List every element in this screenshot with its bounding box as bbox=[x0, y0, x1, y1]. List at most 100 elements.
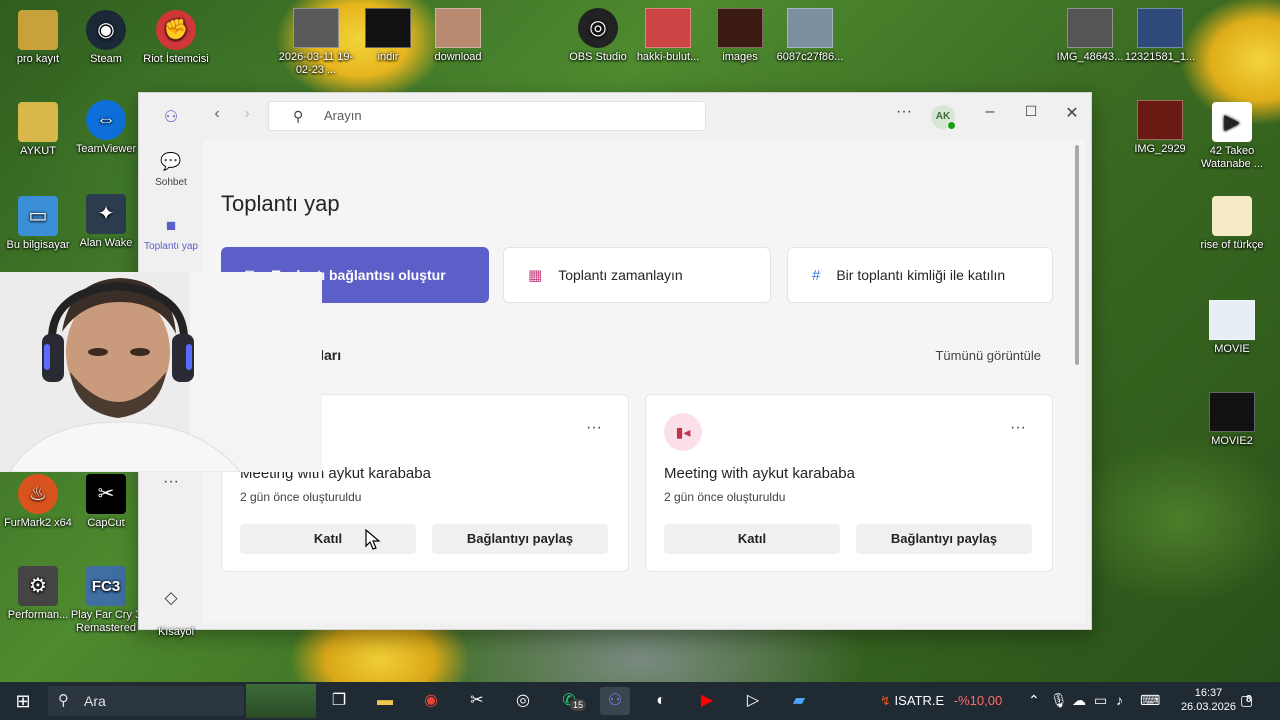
share-link-button[interactable]: Bağlantıyı paylaş bbox=[432, 524, 608, 554]
desktop-icon-movie2[interactable]: MOVIE2 bbox=[1194, 392, 1270, 448]
microphone-icon[interactable]: 🎙 bbox=[1050, 692, 1068, 709]
task-view-button[interactable]: ❐ bbox=[324, 687, 354, 715]
desktop-icon-download[interactable]: download bbox=[420, 8, 496, 64]
desktop-icon-this-pc[interactable]: ▭ Bu bilgisayar bbox=[0, 196, 76, 252]
mouse-cursor-icon bbox=[365, 529, 381, 550]
desktop-icon-label: TeamViewer bbox=[75, 143, 137, 155]
desktop-icon-takeo[interactable]: ▶ 42 Takeo Watanabe ... bbox=[1194, 102, 1270, 171]
desktop-icon-images[interactable]: images bbox=[702, 8, 778, 64]
editor-taskbar-icon[interactable]: ▰ bbox=[784, 687, 814, 715]
cloud-icon[interactable]: ☁ bbox=[1072, 692, 1086, 709]
chat-icon: 💬 bbox=[160, 152, 182, 171]
image-thumbnail-icon bbox=[1137, 100, 1183, 140]
desktop-icon-label: Bu bilgisayar bbox=[6, 239, 70, 251]
presence-available-icon bbox=[947, 121, 956, 130]
whatsapp-badge: 15 bbox=[570, 699, 587, 711]
obs-taskbar-icon[interactable]: ◎ bbox=[508, 687, 538, 715]
clock[interactable]: 16:37 26.03.2026 bbox=[1181, 686, 1236, 714]
desktop-icon-12321581[interactable]: 12321581_1... bbox=[1122, 8, 1198, 64]
meeting-title: Meeting with aykut karababa bbox=[664, 465, 855, 482]
forward-button[interactable]: › bbox=[237, 105, 257, 123]
desktop-icon-label: 2026-03-11 19-02-23 ... bbox=[278, 51, 354, 76]
desktop-icon-img48643[interactable]: IMG_48643... bbox=[1052, 8, 1128, 64]
stock-widget[interactable]: ↯ ISATR.E -%10,00 bbox=[880, 693, 1002, 709]
stock-ticker: ISATR.E bbox=[894, 693, 945, 708]
rail-item-chat[interactable]: 💬 Sohbet bbox=[139, 151, 203, 188]
volume-icon[interactable]: ♪ bbox=[1116, 692, 1123, 708]
desktop-icon-label: Performan... bbox=[7, 609, 69, 621]
furmark-icon: ♨ bbox=[18, 474, 58, 514]
desktop-icon-farcry3[interactable]: FC3 Play Far Cry 3 Remastered bbox=[68, 566, 144, 635]
notification-center-button[interactable]: ▢ 8 bbox=[1240, 692, 1253, 709]
desktop-icon-hakki[interactable]: hakki-bulut... bbox=[630, 8, 706, 64]
search-icon: ⚲ bbox=[293, 108, 304, 124]
gauge-icon: ⚙ bbox=[18, 566, 58, 606]
chrome-icon[interactable]: ◉ bbox=[416, 687, 446, 715]
youtube-icon[interactable]: ▶ bbox=[692, 687, 722, 715]
join-button[interactable]: Katıl bbox=[240, 524, 416, 554]
stock-change: -%10,00 bbox=[953, 693, 1003, 708]
media-player-icon[interactable]: ▷ bbox=[738, 687, 768, 715]
desktop-icon-label: 42 Takeo Watanabe ... bbox=[1201, 145, 1263, 170]
whatsapp-icon[interactable]: ✆ 15 bbox=[554, 687, 587, 715]
teams-taskbar-icon[interactable]: ⚇ bbox=[600, 687, 630, 715]
folder-icon bbox=[18, 10, 58, 50]
file-explorer-icon[interactable]: ▬ bbox=[370, 687, 400, 715]
desktop-icon-label: download bbox=[434, 51, 482, 63]
capcut-taskbar-icon[interactable]: ✂ bbox=[462, 687, 492, 715]
riot-icon: ✊ bbox=[156, 10, 196, 50]
image-thumbnail-icon bbox=[365, 8, 411, 48]
view-all-link[interactable]: Tümünü görüntüle bbox=[935, 348, 1041, 363]
chevron-up-icon[interactable]: ⌃ bbox=[1028, 692, 1040, 709]
desktop-icon-pro-kayit[interactable]: pro kayıt bbox=[0, 10, 76, 66]
maximize-button[interactable]: ☐ bbox=[1018, 103, 1044, 120]
desktop-icon-indir[interactable]: indir bbox=[350, 8, 426, 64]
search-input[interactable]: ⚲ Arayın bbox=[268, 101, 706, 131]
desktop-icon-riot[interactable]: ✊ Riot İstemcisi bbox=[138, 10, 214, 66]
desktop-icon-label: MOVIE2 bbox=[1211, 435, 1253, 447]
share-link-button[interactable]: Bağlantıyı paylaş bbox=[856, 524, 1032, 554]
desktop-icon-steam[interactable]: ◉ Steam bbox=[68, 10, 144, 66]
minimize-button[interactable]: – bbox=[977, 103, 1003, 121]
desktop-icon-label: Steam bbox=[90, 53, 122, 65]
close-button[interactable]: ✕ bbox=[1059, 103, 1085, 123]
video-thumbnail-icon bbox=[1209, 300, 1255, 340]
vertical-scrollbar[interactable] bbox=[1075, 145, 1079, 365]
desktop-icon-6087[interactable]: 6087c27f86... bbox=[772, 8, 848, 64]
keyboard-icon[interactable]: ⌨ bbox=[1140, 692, 1160, 709]
video-camera-icon: ■ bbox=[165, 216, 177, 235]
schedule-meeting-button[interactable]: ▦ Toplantı zamanlayın bbox=[503, 247, 771, 303]
desktop-icon-teamviewer[interactable]: ⇔ TeamViewer bbox=[68, 100, 144, 156]
kisayol-label: Kısayol bbox=[157, 626, 195, 638]
taskbar-search-input[interactable]: ⚲ Ara bbox=[48, 686, 244, 716]
desktop-icon-alan-wake[interactable]: ✦ Alan Wake bbox=[68, 194, 144, 250]
desktop-icon-movie[interactable]: MOVIE bbox=[1194, 300, 1270, 356]
app-taskbar-icon[interactable]: ◐ bbox=[646, 687, 676, 715]
desktop-icon-video[interactable]: 2026-03-11 19-02-23 ... bbox=[278, 8, 354, 77]
avatar[interactable]: AK bbox=[931, 105, 956, 130]
desktop-icon-capcut[interactable]: ✂ CapCut bbox=[68, 474, 144, 530]
desktop-icon-img2929[interactable]: IMG_2929 bbox=[1122, 100, 1198, 156]
rail-item-premium[interactable]: ◇ bbox=[139, 587, 203, 613]
desktop-icon-performance[interactable]: ⚙ Performan... bbox=[0, 566, 76, 622]
desktop-icon-furmark[interactable]: ♨ FurMark2 x64 bbox=[0, 474, 76, 530]
join-with-id-button[interactable]: # Bir toplantı kimliği ile katılın bbox=[787, 247, 1053, 303]
media-file-icon: ▶ bbox=[1212, 102, 1252, 142]
rail-item-meet[interactable]: ■ Toplantı yap bbox=[139, 215, 203, 252]
join-button[interactable]: Katıl bbox=[664, 524, 840, 554]
desktop-icon-rise[interactable]: rise of türkçe bbox=[1194, 196, 1270, 252]
rail-more-button[interactable]: ··· bbox=[139, 473, 203, 491]
network-icon[interactable]: ▭ bbox=[1094, 692, 1107, 709]
more-options-button[interactable]: ··· bbox=[891, 103, 917, 121]
image-thumbnail-icon bbox=[787, 8, 833, 48]
meeting-subtitle: 2 gün önce oluşturuldu bbox=[664, 490, 786, 504]
desktop-icon-label: IMG_48643... bbox=[1056, 51, 1124, 63]
card-more-button[interactable]: ··· bbox=[586, 419, 602, 437]
desktop-icon-aykut[interactable]: AYKUT bbox=[0, 102, 76, 158]
desktop-icon-obs[interactable]: ◎ OBS Studio bbox=[560, 8, 636, 64]
title-bar: ‹ › ⚲ Arayın ··· AK – ☐ ✕ bbox=[139, 93, 1091, 139]
start-button[interactable]: ⊞ bbox=[8, 687, 38, 715]
webcam-overlay bbox=[0, 272, 322, 472]
back-button[interactable]: ‹ bbox=[207, 105, 227, 123]
card-more-button[interactable]: ··· bbox=[1010, 419, 1026, 437]
